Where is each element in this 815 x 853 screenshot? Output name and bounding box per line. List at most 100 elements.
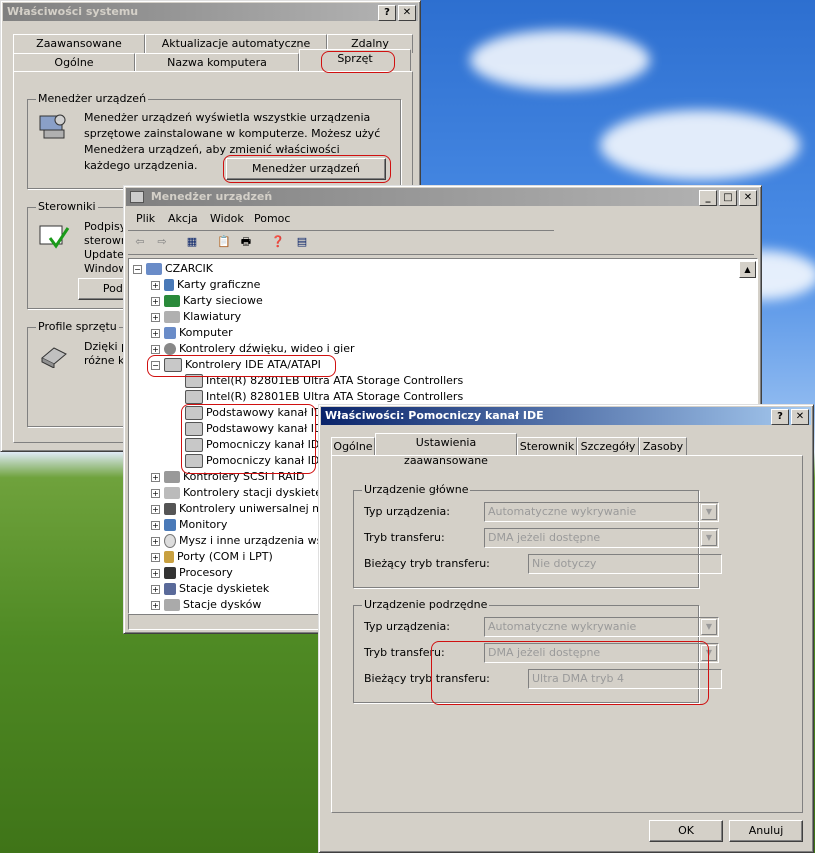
drivers-text-line: Podpisy [84, 220, 127, 233]
tab-general[interactable]: Ogólne [331, 437, 375, 456]
chevron-down-icon[interactable]: ▼ [701, 645, 717, 661]
print-icon[interactable]: 🖶 [238, 235, 254, 249]
ide-channel-icon [185, 406, 203, 420]
tree-item[interactable]: + Porty (COM i LPT) [151, 549, 273, 565]
chevron-down-icon[interactable]: ▼ [701, 504, 717, 520]
tab-advanced[interactable]: Zaawansowane [13, 34, 145, 53]
expand-icon[interactable]: + [151, 312, 160, 322]
chevron-down-icon[interactable]: ▼ [701, 530, 717, 546]
minimize-button[interactable]: _ [699, 190, 717, 206]
computer-icon [164, 327, 176, 339]
ide-properties-titlebar: Właściwości: Pomocniczy kanał IDE ? ✕ [321, 407, 811, 425]
tab-computer-name[interactable]: Nazwa komputera [135, 53, 299, 72]
ide-channel-icon [185, 438, 203, 452]
transfer-mode-combo[interactable]: DMA jeżeli dostępne ▼ [484, 643, 719, 663]
menu-view[interactable]: Widok [210, 210, 244, 228]
current-transfer-mode: Nie dotyczy [528, 554, 722, 574]
tree-item-ide-controllers[interactable]: − Kontrolery IDE ATA/ATAPI [151, 357, 321, 373]
expand-icon[interactable]: + [151, 280, 160, 290]
menu-file[interactable]: Plik [136, 210, 155, 228]
disk-drive-icon [164, 599, 180, 611]
maximize-button[interactable]: □ [719, 190, 737, 206]
computer-icon [146, 263, 162, 275]
tree-item[interactable]: + Karty sieciowe [151, 293, 263, 309]
tree-scroll-up[interactable]: ▲ [739, 261, 756, 278]
chevron-down-icon[interactable]: ▼ [701, 619, 717, 635]
tree-child[interactable]: Pomocniczy kanał IDE [185, 453, 326, 469]
profiles-text-line: Dzięki p [84, 340, 128, 353]
network-adapter-icon [164, 295, 180, 307]
help-button[interactable]: ? [771, 409, 789, 425]
expand-icon[interactable]: + [151, 472, 160, 482]
tree-item[interactable]: + Mysz i inne urządzenia wska [151, 533, 335, 549]
device-type-combo[interactable]: Automatyczne wykrywanie ▼ [484, 617, 719, 637]
expand-icon[interactable]: + [151, 488, 160, 498]
tree-root[interactable]: − CZARCIK [133, 261, 213, 277]
details-icon[interactable]: ▤ [294, 235, 310, 249]
tree-item[interactable]: + Procesory [151, 565, 233, 581]
tree-item[interactable]: + Klawiatury [151, 309, 241, 325]
expand-icon[interactable]: + [151, 552, 160, 562]
group-title: Sterowniki [36, 200, 98, 213]
ok-button[interactable]: OK [649, 820, 723, 842]
tree-child[interactable]: Intel(R) 82801EB Ultra ATA Storage Contr… [185, 373, 463, 389]
tree-child[interactable]: Pomocniczy kanał IDE [185, 437, 326, 453]
tab-driver[interactable]: Sterownik [517, 437, 577, 456]
tree-item[interactable]: + Kontrolery SCSI i RAID [151, 469, 304, 485]
system-properties-titlebar: Właściwości systemu ? ✕ [3, 3, 418, 21]
tree-item[interactable]: + Kontrolery stacji dyskietek [151, 485, 328, 501]
collapse-icon[interactable]: − [133, 264, 142, 274]
toolbar: ⇦ ⇨ ▦ 📋 🖶 ❓ ▤ [128, 232, 754, 255]
tree-child[interactable]: Podstawowy kanał IDE [185, 421, 329, 437]
menu-action[interactable]: Akcja [168, 210, 198, 228]
forward-icon[interactable]: ⇨ [154, 235, 170, 249]
mouse-icon [164, 534, 176, 548]
tab-resources[interactable]: Zasoby [639, 437, 687, 456]
field-label: Typ urządzenia: [364, 505, 451, 518]
collapse-icon[interactable]: − [151, 360, 160, 370]
expand-icon[interactable]: + [151, 568, 160, 578]
expand-icon[interactable]: + [151, 296, 160, 306]
expand-icon[interactable]: + [151, 536, 160, 546]
expand-icon[interactable]: + [151, 504, 160, 514]
help-icon[interactable]: ❓ [270, 235, 286, 249]
view-icon[interactable]: ▦ [184, 235, 200, 249]
monitor-icon [164, 519, 176, 531]
tree-item[interactable]: + Monitory [151, 517, 227, 533]
tree-item[interactable]: + Kontrolery dźwięku, wideo i gier [151, 341, 355, 357]
menu-bar: Plik Akcja Widok Pomoc [128, 210, 554, 231]
expand-icon[interactable]: + [151, 344, 160, 354]
tree-item[interactable]: + Stacje dysków [151, 597, 261, 613]
group-title: Menedżer urządzeń [36, 92, 149, 105]
tree-child[interactable]: Intel(R) 82801EB Ultra ATA Storage Contr… [185, 389, 463, 405]
drivers-text-line: Window [84, 262, 128, 275]
expand-icon[interactable]: + [151, 328, 160, 338]
expand-icon[interactable]: + [151, 584, 160, 594]
transfer-mode-combo[interactable]: DMA jeżeli dostępne ▼ [484, 528, 719, 548]
back-icon[interactable]: ⇦ [132, 235, 148, 249]
menu-help[interactable]: Pomoc [254, 210, 290, 228]
tree-child[interactable]: Podstawowy kanał IDE [185, 405, 329, 421]
close-button[interactable]: ✕ [791, 409, 809, 425]
tree-item[interactable]: + Karty graficzne [151, 277, 260, 293]
tree-item[interactable]: + Komputer [151, 325, 233, 341]
device-type-combo[interactable]: Automatyczne wykrywanie ▼ [484, 502, 719, 522]
slave-device-group: Urządzenie podrzędne Typ urządzenia: Aut… [353, 598, 722, 703]
processor-icon [164, 567, 176, 579]
field-label: Bieżący tryb transferu: [364, 557, 490, 570]
cancel-button[interactable]: Anuluj [729, 820, 803, 842]
properties-icon[interactable]: 📋 [216, 235, 232, 249]
tab-general[interactable]: Ogólne [13, 53, 135, 72]
field-label: Bieżący tryb transferu: [364, 672, 490, 685]
tree-item[interactable]: + Stacje dyskietek [151, 581, 269, 597]
close-button[interactable]: ✕ [398, 5, 416, 21]
tab-hardware[interactable]: Sprzęt [299, 49, 411, 71]
device-manager-button[interactable]: Menedżer urządzeń [226, 158, 386, 180]
help-button[interactable]: ? [378, 5, 396, 21]
expand-icon[interactable]: + [151, 600, 160, 610]
tab-advanced-settings[interactable]: Ustawienia zaawansowane [375, 433, 517, 467]
tree-item[interactable]: + Kontrolery uniwersalnej ma [151, 501, 330, 517]
close-button[interactable]: ✕ [739, 190, 757, 206]
tab-details[interactable]: Szczegóły [577, 437, 639, 456]
expand-icon[interactable]: + [151, 520, 160, 530]
